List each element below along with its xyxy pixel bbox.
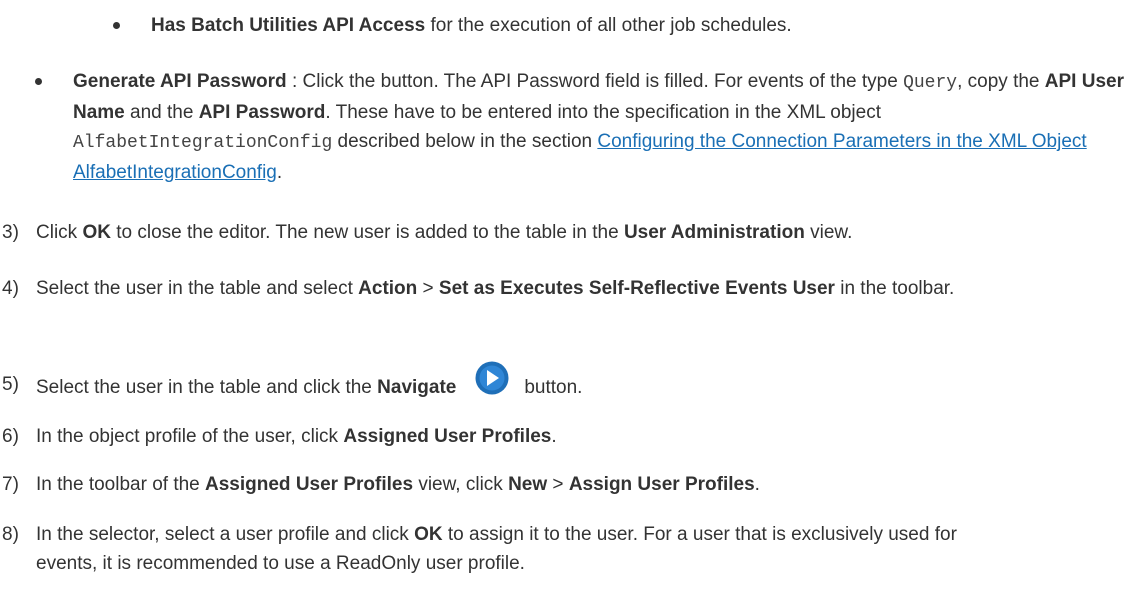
bullet-has-batch-api-access: Has Batch Utilities API Access for the e… bbox=[151, 15, 792, 36]
step-4: Select the user in the table and select … bbox=[36, 278, 955, 299]
step-number: 7) bbox=[2, 474, 19, 495]
step-number: 6) bbox=[2, 426, 19, 447]
step-5: Select the user in the table and click t… bbox=[36, 361, 1134, 406]
bold-term: Has Batch Utilities API Access bbox=[151, 15, 426, 36]
step-8: In the selector, select a user profile a… bbox=[36, 524, 957, 574]
step-6: In the object profile of the user, click… bbox=[36, 426, 557, 447]
navigate-arrow-icon[interactable] bbox=[474, 360, 510, 396]
step-number: 3) bbox=[2, 222, 19, 243]
bullet-generate-api-password: Generate API Password : Click the button… bbox=[73, 71, 1124, 183]
step-7: In the toolbar of the Assigned User Prof… bbox=[36, 474, 760, 495]
bullet-dot bbox=[113, 22, 120, 29]
step-3: Click OK to close the editor. The new us… bbox=[36, 222, 853, 243]
bullet-dot bbox=[35, 78, 42, 85]
step-number: 5) bbox=[2, 374, 19, 395]
step-number: 8) bbox=[2, 524, 19, 545]
